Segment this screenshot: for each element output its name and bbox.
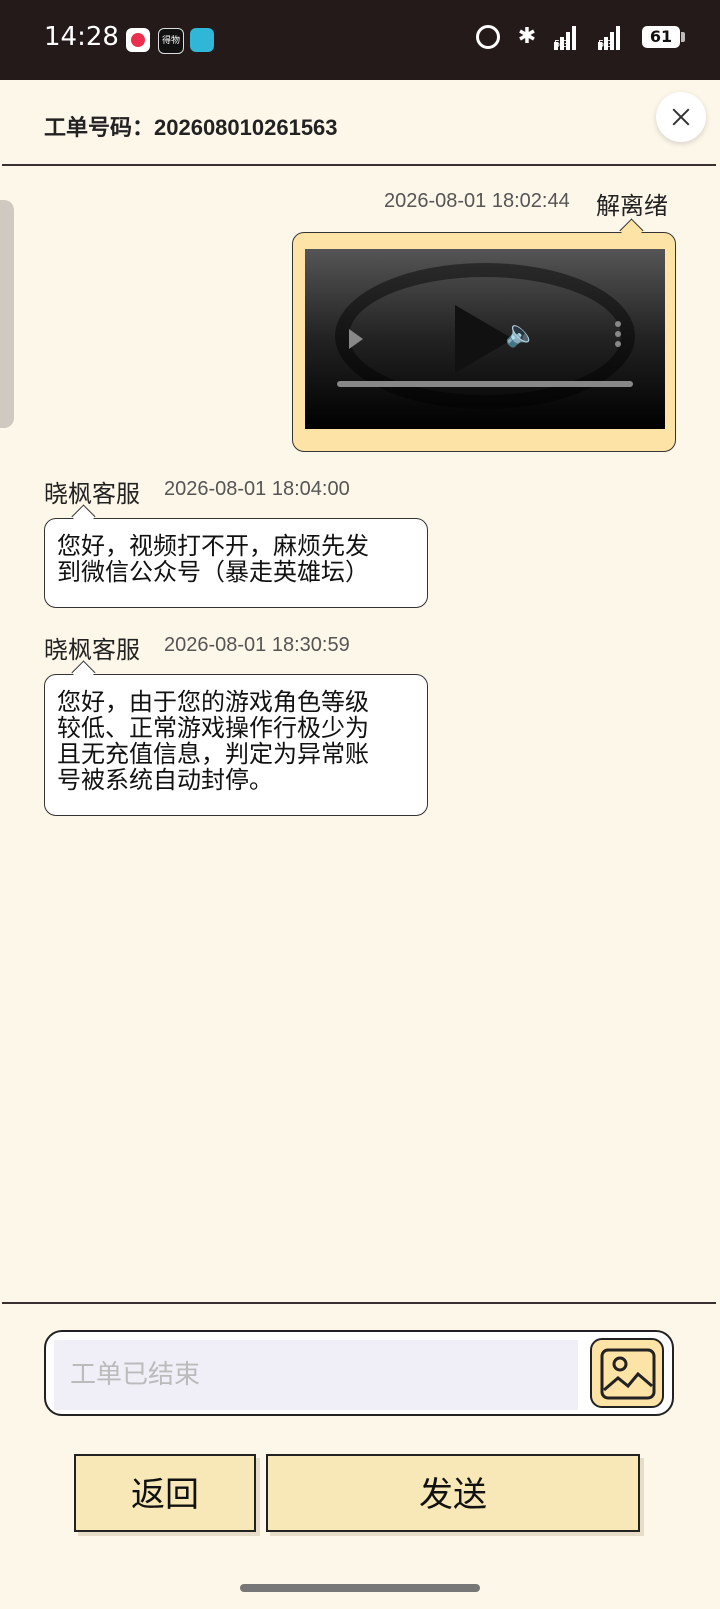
input-divider [2, 1302, 716, 1304]
volume-icon[interactable]: 🔈 [505, 321, 537, 347]
message-line: 您好，视频打不开，麻烦先发 [57, 532, 369, 560]
message-sender: 晓枫客服 [44, 480, 140, 508]
network-label-2: 5G [598, 39, 613, 50]
message-timestamp: 2026-08-01 18:04:00 [164, 478, 350, 500]
send-button[interactable]: 发送 [266, 1454, 640, 1532]
upload-image-button[interactable] [590, 1338, 664, 1408]
video-player[interactable]: 🔈 [305, 249, 665, 429]
message-line: 且无充值信息，判定为异常账 [57, 740, 369, 768]
app-notification-icon [190, 28, 214, 52]
back-button[interactable]: 返回 [74, 1454, 256, 1532]
ticket-number: 工单号码：202608010261563 [44, 115, 338, 140]
side-drawer-handle[interactable] [0, 200, 14, 428]
home-indicator[interactable] [240, 1584, 480, 1592]
message-timestamp: 2026-08-01 18:30:59 [164, 634, 350, 656]
signal-icon-1: 5G [554, 24, 584, 50]
bluetooth-icon: ✱ [517, 24, 537, 49]
status-time: 14:28 [44, 22, 119, 52]
close-button[interactable] [656, 92, 706, 142]
message-bubble: 您好，视频打不开，麻烦先发 到微信公众号（暴走英雄坛） [44, 518, 428, 608]
signal-icon-2: 5G [598, 24, 628, 50]
status-bar: 14:28 得物 ✱ 5G 5G 61 [0, 0, 720, 80]
message-input-box [44, 1330, 674, 1416]
message-line: 到微信公众号（暴走英雄坛） [57, 558, 369, 586]
status-icons: ✱ 5G 5G 61 [476, 24, 685, 50]
battery-icon: 61 [642, 26, 685, 48]
message-input[interactable] [54, 1340, 578, 1410]
message-bubble: 您好，由于您的游戏角色等级 较低、正常游戏操作行极少为 且无充值信息，判定为异常… [44, 674, 428, 816]
network-label-1: 5G [554, 39, 569, 50]
message-sender: 晓枫客服 [44, 636, 140, 664]
play-icon[interactable] [349, 329, 363, 349]
video-app-icon [126, 28, 150, 52]
dewu-app-icon: 得物 [158, 28, 184, 54]
more-options-icon[interactable] [615, 321, 621, 347]
video-progress-bar[interactable] [337, 381, 633, 387]
header-divider [2, 164, 716, 166]
ticket-header: 工单号码：202608010261563 [0, 80, 720, 166]
message-timestamp: 2026-08-01 18:02:44 [384, 190, 570, 212]
image-icon [600, 1348, 656, 1400]
message-line: 号被系统自动封停。 [57, 766, 273, 794]
alarm-icon [476, 25, 500, 49]
message-line: 较低、正常游戏操作行极少为 [57, 714, 369, 742]
message-sender: 解离绪 [596, 192, 668, 220]
message-line: 您好，由于您的游戏角色等级 [57, 688, 369, 716]
video-message-bubble: 🔈 [292, 232, 676, 452]
